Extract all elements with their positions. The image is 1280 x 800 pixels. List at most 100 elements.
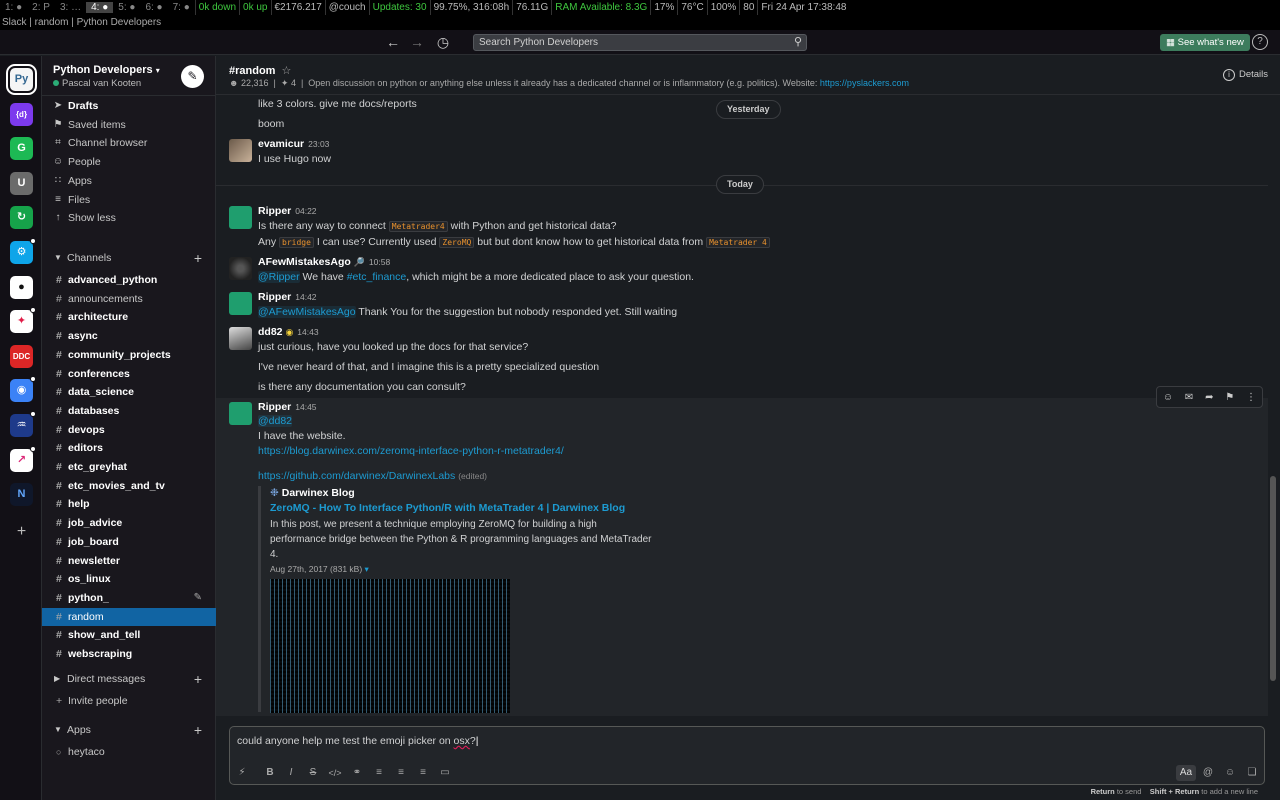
timestamp[interactable]: 04:22 [295, 206, 316, 216]
user-mention[interactable]: @AFewMistakesAgo [258, 306, 356, 318]
timestamp[interactable]: 14:45 [295, 402, 316, 412]
add-dm-icon[interactable]: + [194, 670, 202, 688]
avatar[interactable] [229, 206, 252, 229]
workspace-icon[interactable]: U [10, 171, 33, 195]
whats-new-button[interactable]: ▦ See what's new [1160, 34, 1250, 51]
bookmark-icon[interactable]: ⚑ [1225, 392, 1234, 403]
sidebar-item-apps[interactable]: ∷ Apps [42, 172, 216, 190]
channel-title[interactable]: #random [229, 65, 275, 77]
sidebar-item-drafts[interactable]: ➤ Drafts [42, 97, 216, 115]
share-icon[interactable]: ➦ [1205, 392, 1213, 403]
sidebar-item-saved-items[interactable]: ⚑ Saved items [42, 116, 216, 134]
back-arrow-icon[interactable]: ← [384, 33, 402, 51]
sidebar-channel-conferences[interactable]: # conferences [42, 365, 216, 383]
sidebar-channel-data_science[interactable]: # data_science [42, 383, 216, 401]
reply-thread-icon[interactable]: ✉ [1185, 392, 1193, 403]
sidebar-channel-editors[interactable]: # editors [42, 439, 216, 457]
pin-count[interactable]: 4 [291, 78, 296, 88]
day-pill-today[interactable]: Today [716, 175, 764, 194]
sidebar-item-files[interactable]: ≡ Files [42, 191, 216, 209]
workspace-tab[interactable]: 2: P [27, 2, 55, 13]
dm-section-header[interactable]: ▶ Direct messages + [42, 670, 216, 688]
apps-section-header[interactable]: ▼ Apps + [42, 721, 216, 739]
add-channel-icon[interactable]: + [194, 249, 202, 267]
composer-input[interactable]: could anyone help me test the emoji pick… [237, 735, 478, 747]
url-link[interactable]: https://blog.darwinex.com/zeromq-interfa… [258, 445, 564, 457]
sidebar-channel-advanced_python[interactable]: # advanced_python [42, 271, 216, 289]
shortcuts-lightning-icon[interactable]: ⚡ [234, 765, 250, 781]
day-pill-yesterday[interactable]: Yesterday [716, 100, 781, 119]
history-clock-icon[interactable]: ◷ [434, 33, 452, 51]
sidebar-channel-community_projects[interactable]: # community_projects [42, 346, 216, 364]
mention-icon[interactable]: @ [1200, 765, 1216, 781]
avatar[interactable] [229, 292, 252, 315]
sidebar-item-people[interactable]: ☺ People [42, 153, 216, 171]
sidebar-channel-python_[interactable]: # python_ ✎ [42, 589, 216, 607]
italic-icon[interactable]: I [283, 765, 299, 781]
workspace-icon[interactable]: DDC [10, 344, 33, 368]
sidebar-channel-async[interactable]: # async [42, 327, 216, 345]
numbered-list-icon[interactable]: ≡ [371, 765, 387, 781]
workspace-icon[interactable]: {d} [10, 102, 33, 126]
add-reaction-icon[interactable]: ☺ [1163, 392, 1173, 403]
sidebar-channel-etc_greyhat[interactable]: # etc_greyhat [42, 458, 216, 476]
member-count[interactable]: 22,316 [241, 78, 269, 88]
preview-title-link[interactable]: ZeroMQ - How To Interface Python/R with … [270, 502, 658, 514]
preview-image[interactable] [270, 579, 510, 713]
workspace-icon[interactable]: ✦ [10, 310, 33, 334]
workspace-icon[interactable]: ● [10, 275, 33, 299]
formatting-toggle-button[interactable]: Aa [1176, 765, 1196, 781]
user-mention[interactable]: @Ripper [258, 271, 300, 283]
link-icon[interactable]: ⚭ [349, 765, 365, 781]
sidebar-channel-devops[interactable]: # devops [42, 421, 216, 439]
emoji-icon[interactable]: ☺ [1222, 765, 1238, 781]
workspace-icon[interactable]: ↻ [10, 206, 33, 230]
url-link[interactable]: https://github.com/darwinex/DarwinexLabs [258, 470, 455, 482]
invite-people-link[interactable]: + Invite people [42, 692, 216, 710]
workspace-icon[interactable]: ⚙ [10, 241, 33, 264]
search-input[interactable]: Search Python Developers ⚲ [473, 34, 807, 51]
quote-icon[interactable]: ≡ [415, 765, 431, 781]
sidebar-channel-show_and_tell[interactable]: # show_and_tell [42, 626, 216, 644]
workspace-tab[interactable]: 3: … [55, 2, 86, 13]
workspace-icon[interactable]: ↗ [10, 448, 33, 472]
code-icon[interactable]: </> [327, 765, 343, 781]
workspace-icon[interactable]: ♒ [10, 414, 33, 437]
workspace-icon[interactable]: ◉ [10, 379, 33, 403]
sidebar-channel-architecture[interactable]: # architecture [42, 308, 216, 326]
avatar[interactable] [229, 257, 252, 280]
user-mention[interactable]: @dd82 [258, 415, 293, 427]
sidebar-channel-job_board[interactable]: # job_board [42, 533, 216, 551]
sidebar-channel-random[interactable]: # random [42, 607, 216, 626]
bulleted-list-icon[interactable]: ≡ [393, 765, 409, 781]
forward-arrow-icon[interactable]: → [408, 33, 426, 51]
avatar[interactable] [229, 327, 252, 350]
channels-section-header[interactable]: ▼ Channels + [42, 249, 216, 267]
workspace-icon[interactable]: Py [6, 64, 37, 95]
sidebar-channel-help[interactable]: # help [42, 495, 216, 513]
workspace-tab[interactable]: 6: ● [140, 2, 167, 13]
avatar[interactable] [229, 402, 252, 425]
sidebar-item-channel-browser[interactable]: ⌗ Channel browser [42, 134, 216, 152]
sidebar-channel-webscraping[interactable]: # webscraping [42, 645, 216, 663]
sidebar-channel-os_linux[interactable]: # os_linux [42, 570, 216, 588]
strikethrough-icon[interactable]: S [305, 765, 321, 781]
add-workspace-button[interactable]: + [10, 520, 33, 543]
help-icon[interactable]: ? [1252, 34, 1268, 50]
avatar[interactable] [229, 139, 252, 162]
sidebar-channel-job_advice[interactable]: # job_advice [42, 514, 216, 532]
workspace-tab[interactable]: 5: ● [113, 2, 140, 13]
message-author[interactable]: Ripper [258, 291, 291, 303]
workspace-icon[interactable]: N [10, 483, 33, 507]
workspace-header[interactable]: Python Developers ▾ Pascal van Kooten ✎ [42, 56, 216, 96]
sidebar-channel-databases[interactable]: # databases [42, 402, 216, 420]
channel-link[interactable]: #etc_finance [347, 271, 407, 283]
attachment-icon[interactable]: ❏ [1244, 765, 1260, 781]
website-link[interactable]: https://pyslackers.com [820, 78, 909, 88]
message-author[interactable]: Ripper [258, 205, 291, 217]
app-item-heytaco[interactable]: ○ heytaco [42, 743, 216, 761]
message-author[interactable]: Ripper [258, 401, 291, 413]
sidebar-channel-newsletter[interactable]: # newsletter [42, 552, 216, 570]
code-block-icon[interactable]: ▭ [437, 765, 453, 781]
collapse-caret-icon[interactable]: ▾ [365, 564, 369, 574]
